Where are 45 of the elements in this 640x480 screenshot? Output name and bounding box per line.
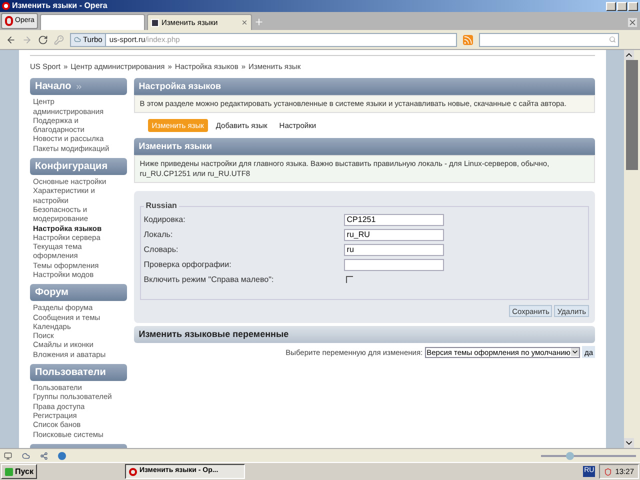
close-icon[interactable] <box>628 18 637 27</box>
double-arrow-icon <box>75 82 84 91</box>
shield-icon[interactable] <box>604 468 612 476</box>
section-header: Изменить языки <box>134 138 595 156</box>
section-header: Изменить языковые переменные <box>134 326 595 344</box>
window-title: Изменить языки - Opera <box>12 0 108 12</box>
field-label: Кодировка: <box>144 214 186 226</box>
search-field[interactable] <box>479 32 619 46</box>
sidebar-title: Пользователи <box>35 366 106 380</box>
text-field[interactable]: ru_RU <box>344 228 444 241</box>
scroll-down-icon[interactable] <box>624 438 634 448</box>
dropdown-arrow-icon[interactable] <box>571 348 580 356</box>
cloud-icon[interactable] <box>22 452 30 460</box>
close-button[interactable] <box>628 2 638 10</box>
start-button[interactable]: Пуск <box>1 464 38 479</box>
panel-icon[interactable] <box>4 452 12 460</box>
sidebar-title: Начало <box>35 80 72 94</box>
text-field[interactable]: CP1251 <box>344 214 444 226</box>
reload-icon[interactable] <box>38 34 48 44</box>
restore-button[interactable] <box>617 2 627 10</box>
share-icon[interactable] <box>40 452 48 460</box>
fieldset-legend: Russian <box>144 200 179 212</box>
scrollbar[interactable] <box>624 50 640 448</box>
sidebar-title: Форум <box>35 286 68 300</box>
opera-logo-icon <box>2 2 10 10</box>
search-icon[interactable] <box>609 36 616 43</box>
field-label: Словарь: <box>144 244 180 256</box>
browser-tab[interactable] <box>40 14 146 30</box>
field-label: Локаль: <box>144 228 174 241</box>
minimize-button[interactable] <box>606 2 616 10</box>
field-label: Проверка орфографии: <box>144 258 232 271</box>
checkbox[interactable] <box>346 276 353 284</box>
notification-icon[interactable] <box>58 452 66 460</box>
back-icon[interactable] <box>6 34 16 44</box>
scroll-up-icon[interactable] <box>624 50 634 60</box>
text-field[interactable] <box>344 258 444 271</box>
scroll-thumb[interactable] <box>626 60 638 170</box>
rss-icon[interactable] <box>463 34 473 44</box>
page-icon <box>151 18 160 26</box>
sidebar-title: Конфигурация <box>35 160 108 174</box>
section-header: Настройка языков <box>134 78 595 96</box>
close-icon[interactable] <box>241 19 248 26</box>
slider-thumb[interactable] <box>566 452 574 460</box>
field-label: Включить режим "Справа малево": <box>144 274 275 286</box>
text-field[interactable]: ru <box>344 244 444 256</box>
